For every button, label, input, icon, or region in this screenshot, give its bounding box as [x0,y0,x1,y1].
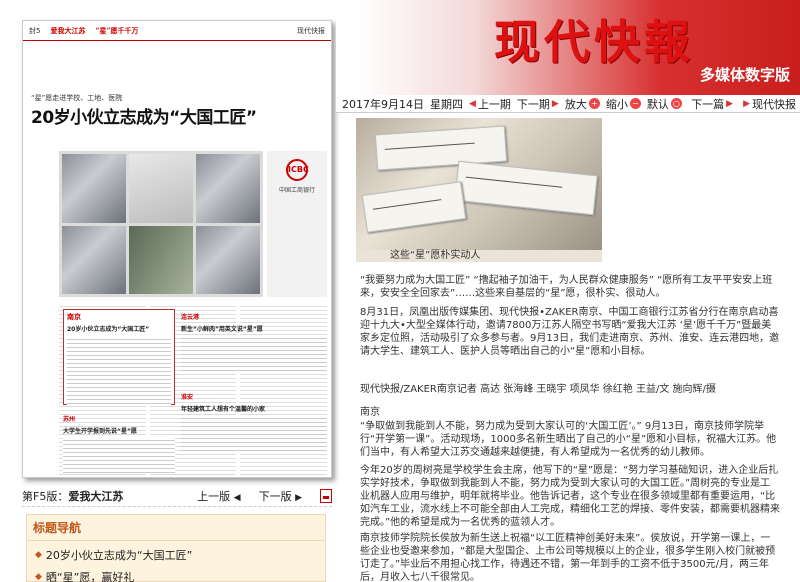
prev-issue-button[interactable]: ◀ 上一期 [469,96,511,112]
photo-caption: 这些“星”愿朴实动人 [356,250,602,262]
triangle-right-icon: ▶ [743,98,750,109]
side-article-lines [63,437,175,473]
triangle-right-icon: ▶ [295,493,302,503]
site-banner: 现代快報 多媒体数字版 [336,0,800,95]
title-navigation-item-label: 晒“星”愿，赢好礼 [45,571,135,582]
article-photo [356,118,602,250]
side-article[interactable]: 淮安 年轻建筑工人想有个温馨的小家 [181,389,327,451]
next-page-label: 下一版 [258,490,292,503]
photo [62,225,126,294]
icbc-logo: ICBC [286,159,309,181]
zoom-out-label: 缩小 [605,97,628,111]
photo [129,225,193,294]
brand-logo-text: 现代快報 [494,15,694,69]
side-article-lines [181,335,327,371]
triangle-left-icon: ◀ [469,98,476,109]
side-article-title: 大学生开学报到先说“星”愿 [63,428,137,435]
article-text-lines [67,336,171,406]
minus-icon: − [629,98,641,109]
article-paragraph: “我要努力成为大国工匠” “撸起袖子加油干，为人民群众健康服务” “愿所有工友平… [360,275,773,299]
divider [22,506,332,507]
side-article-title: 新生“小鲜肉”用英文说“星”愿 [181,326,263,333]
next-article-button[interactable]: 下一篇 ▶ [691,96,733,112]
bank-ad: ICBC 中国工商银行 [267,151,327,297]
next-issue-button[interactable]: 下一期 ▶ [517,96,559,112]
article-byline: 现代快报/ZAKER南京记者 高达 张海峰 王晓宇 项凤华 徐红艳 王益/文 施… [360,384,716,395]
bullet-icon: ◆ [35,550,42,560]
newspaper-page-thumbnail[interactable]: 封5 爱我大江苏 “星”愿千千万 现代快报 “星”愿走进学校、工地、医院 20岁… [22,20,332,478]
title-navigation-list: ◆ 20岁小伙立志成为“大国工匠” ◆ 晒“星”愿，赢好礼 [27,541,325,582]
next-issue-label: 下一期 [516,97,550,111]
section-tag: “星”愿千千万 [95,25,139,35]
page-label-name: 爱我大江苏 [68,490,124,503]
wish-card [361,181,467,233]
brand-subtitle: 多媒体数字版 [699,66,790,84]
pdf-icon[interactable] [320,489,332,503]
article-place: 南京 [360,407,380,418]
newspaper-headline: 20岁小伙立志成为“大国工匠” [31,108,257,128]
zoom-in-button[interactable]: 放大 + [565,96,600,112]
article-paragraph: 南京技师学院院长侯放为新生送上祝福“以工匠精神创美好未来”。侯放说，开学第一课上… [360,533,776,582]
photo [196,154,260,223]
bullet-icon: ◆ [35,572,42,582]
issue-weekday: 星期四 [430,97,463,111]
article-region-title: 20岁小伙立志成为“大国工匠” [67,326,150,333]
section-title: 爱我大江苏 [50,25,86,35]
title-navigation-item[interactable]: ◆ 20岁小伙立志成为“大国工匠” [35,544,317,566]
next-article-label: 下一篇 [691,97,725,111]
next-page-link[interactable]: 下一版 ▶ [259,488,302,504]
photo [196,225,260,294]
title-navigation: 标题导航 ◆ 20岁小伙立志成为“大国工匠” ◆ 晒“星”愿，赢好礼 [26,514,326,582]
title-navigation-item-label: 20岁小伙立志成为“大国工匠” [45,549,193,562]
bank-name: 中国工商银行 [278,187,315,194]
newspaper-photo-collage [59,151,263,297]
page-nav: 上一版 ◀ 下一版 ▶ [197,488,332,504]
photo [62,154,126,223]
side-article-tag: 淮安 [181,394,194,401]
article-paragraph: 8月31日，凤凰出版传媒集团、现代快报•ZAKER南京、中国工商银行江苏省分行在… [360,307,780,357]
toolbar-right: 下一篇 ▶ ▶ 现代快报 [691,96,800,112]
selected-article-box[interactable]: 南京 20岁小伙立志成为“大国工匠” [63,309,175,406]
page-label-prefix: 第F5版： [22,490,69,503]
newspaper-page-header: 封5 爱我大江苏 “星”愿千千万 现代快报 [23,21,331,41]
refresh-icon: ○ [670,98,682,109]
article-content: 这些“星”愿朴实动人 “我要努力成为大国工匠” “撸起袖子加油干，为人民群众健康… [336,114,800,582]
newspaper-kicker: “星”愿走进学校、工地、医院 [31,94,123,102]
title-navigation-item[interactable]: ◆ 晒“星”愿，赢好礼 [35,566,317,582]
article-paragraph: 今年20岁的周树亮是学校学生会主席，他写下的“星”愿是：“努力学习基础知识，进入… [360,465,780,528]
title-navigation-heading: 标题导航 [27,515,325,541]
wish-card [454,160,598,216]
side-article-lines [181,415,327,451]
page-number: 封5 [29,26,41,35]
zoom-in-label: 放大 [564,97,587,111]
return-home-button[interactable]: ▶ 现代快报 [743,96,796,112]
side-article[interactable]: 苏州 大学生开学报到先说“星”愿 [63,411,175,473]
triangle-right-icon: ▶ [726,98,734,109]
triangle-left-icon: ◀ [233,493,241,503]
prev-page-label: 上一版 [197,490,231,503]
default-zoom-label: 默认 [646,97,669,111]
default-zoom-button[interactable]: 默认 ○ [647,96,682,112]
side-article-title: 年轻建筑工人想有个温馨的小家 [181,406,266,413]
prev-issue-label: 上一期 [477,97,511,111]
issue-date: 2017年9月14日 [342,97,424,111]
zoom-out-button[interactable]: 缩小 − [606,96,641,112]
article-paragraph: “争取做到我能到人不能，努力成为受到大家认可的‘大国工匠’。” 9月13日，南京… [360,421,777,458]
plus-icon: + [588,98,600,109]
photo [129,154,193,223]
side-article[interactable]: 连云港 新生“小鲜肉”用英文说“星”愿 [181,309,327,371]
page-label: 第F5版：爱我大江苏 [22,488,123,504]
side-article-tag: 连云港 [181,314,200,321]
toolbar: 2017年9月14日 星期四 ◀ 上一期 下一期 ▶ 放大 + 缩小 − 默认 ○ 下一篇… [336,95,800,113]
return-home-label: 现代快报 [752,97,796,111]
left-panel: 封5 爱我大江苏 “星”愿千千万 现代快报 “星”愿走进学校、工地、医院 20岁… [0,0,336,582]
article-region-tag: 南京 [67,313,81,321]
triangle-right-icon: ▶ [551,98,559,109]
page-navigation-bar: 第F5版：爱我大江苏 上一版 ◀ 下一版 ▶ [22,488,332,504]
paper-name: 现代快报 [297,26,325,35]
side-article-tag: 苏州 [63,416,76,423]
newspaper-lead-paragraph [23,41,331,89]
prev-page-link[interactable]: 上一版 ◀ [197,488,240,504]
